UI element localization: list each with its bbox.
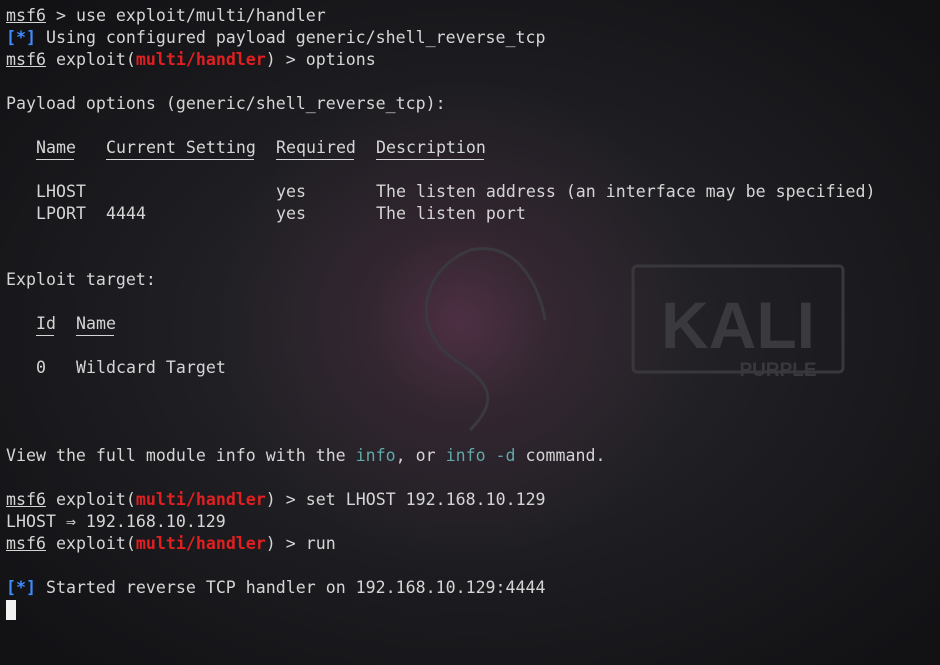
cell-name: LHOST xyxy=(36,182,86,201)
lhost-result-line: LHOST ⇒ 192.168.10.129 xyxy=(6,512,226,531)
divider-name xyxy=(36,159,74,160)
prompt-host: msf6 xyxy=(6,490,46,509)
target-table-header: Id Name xyxy=(6,313,940,335)
prompt-context-close: ) xyxy=(265,534,276,553)
command-text: set LHOST 192.168.10.129 xyxy=(305,490,546,509)
prompt-arrow: > xyxy=(285,534,296,553)
prompt-arrow: > xyxy=(55,6,66,25)
prompt-host: msf6 xyxy=(6,534,46,553)
cell-description: The listen port xyxy=(376,204,526,223)
command-line-run: msf6 exploit(multi/handler) > run xyxy=(6,533,940,555)
cell-required: yes xyxy=(276,204,306,223)
prompt-context-open: exploit( xyxy=(55,50,136,69)
prompt-context-open: exploit( xyxy=(55,534,136,553)
command-line-options: msf6 exploit(multi/handler) > options xyxy=(6,49,940,71)
info-marker-icon: [*] xyxy=(6,28,36,47)
hint-text: command. xyxy=(515,446,606,465)
terminal-output[interactable]: msf6 > use exploit/multi/handler [*] Usi… xyxy=(6,5,940,665)
target-table-row: 0 Wildcard Target xyxy=(6,357,940,379)
exploit-target-heading: Exploit target: xyxy=(6,270,156,289)
divider-description xyxy=(376,159,484,160)
info-line-payload: [*] Using configured payload generic/she… xyxy=(6,27,940,49)
prompt-module: multi/handler xyxy=(135,490,266,509)
prompt-context-open: exploit( xyxy=(55,490,136,509)
command-text: run xyxy=(305,534,336,553)
hint-text: View the full module info with the xyxy=(6,446,356,465)
options-table-row: LPORT 4444 yes The listen port xyxy=(6,203,940,225)
options-table-divider xyxy=(6,159,940,181)
text-cursor[interactable] xyxy=(6,600,16,620)
cell-current-setting: 4444 xyxy=(106,204,146,223)
cell-description: The listen address (an interface may be … xyxy=(376,182,876,201)
cell-required: yes xyxy=(276,182,306,201)
info-line-handler-started: [*] Started reverse TCP handler on 192.1… xyxy=(6,577,940,599)
prompt-arrow: > xyxy=(285,50,296,69)
column-header-id: Id xyxy=(36,314,56,333)
prompt-arrow: > xyxy=(285,490,296,509)
prompt-context-close: ) xyxy=(265,50,276,69)
divider-required xyxy=(276,159,354,160)
divider-current-setting xyxy=(106,159,254,160)
prompt-host: msf6 xyxy=(6,6,46,25)
command-line-use: msf6 > use exploit/multi/handler xyxy=(6,5,940,27)
prompt-host: msf6 xyxy=(6,50,46,69)
prompt-context-close: ) xyxy=(265,490,276,509)
info-command-link: info xyxy=(355,446,396,465)
prompt-module: multi/handler xyxy=(135,50,266,69)
options-table-row: LHOST yes The listen address (an interfa… xyxy=(6,181,940,203)
prompt-module: multi/handler xyxy=(135,534,266,553)
info-d-command-link: info -d xyxy=(445,446,516,465)
cell-id: 0 xyxy=(36,358,46,377)
command-text: options xyxy=(305,50,376,69)
divider-name xyxy=(76,335,114,336)
options-table-header: Name Current Setting Required Descriptio… xyxy=(6,137,940,159)
hint-text: , or xyxy=(395,446,446,465)
command-line-set-lhost: msf6 exploit(multi/handler) > set LHOST … xyxy=(6,489,940,511)
column-header-name: Name xyxy=(36,138,76,157)
info-text: Started reverse TCP handler on 192.168.1… xyxy=(45,578,546,597)
cell-name: LPORT xyxy=(36,204,86,223)
column-header-current-setting: Current Setting xyxy=(106,138,256,157)
cell-target-name: Wildcard Target xyxy=(76,358,226,377)
column-header-required: Required xyxy=(276,138,356,157)
divider-id xyxy=(36,335,54,336)
column-header-description: Description xyxy=(376,138,486,157)
input-line[interactable] xyxy=(6,599,940,621)
info-marker-icon: [*] xyxy=(6,578,36,597)
column-header-name: Name xyxy=(76,314,116,333)
target-table-divider xyxy=(6,335,940,357)
module-info-hint: View the full module info with the info,… xyxy=(6,445,940,467)
info-text: Using configured payload generic/shell_r… xyxy=(45,28,546,47)
command-text: use exploit/multi/handler xyxy=(75,6,326,25)
payload-options-heading: Payload options (generic/shell_reverse_t… xyxy=(6,94,446,113)
